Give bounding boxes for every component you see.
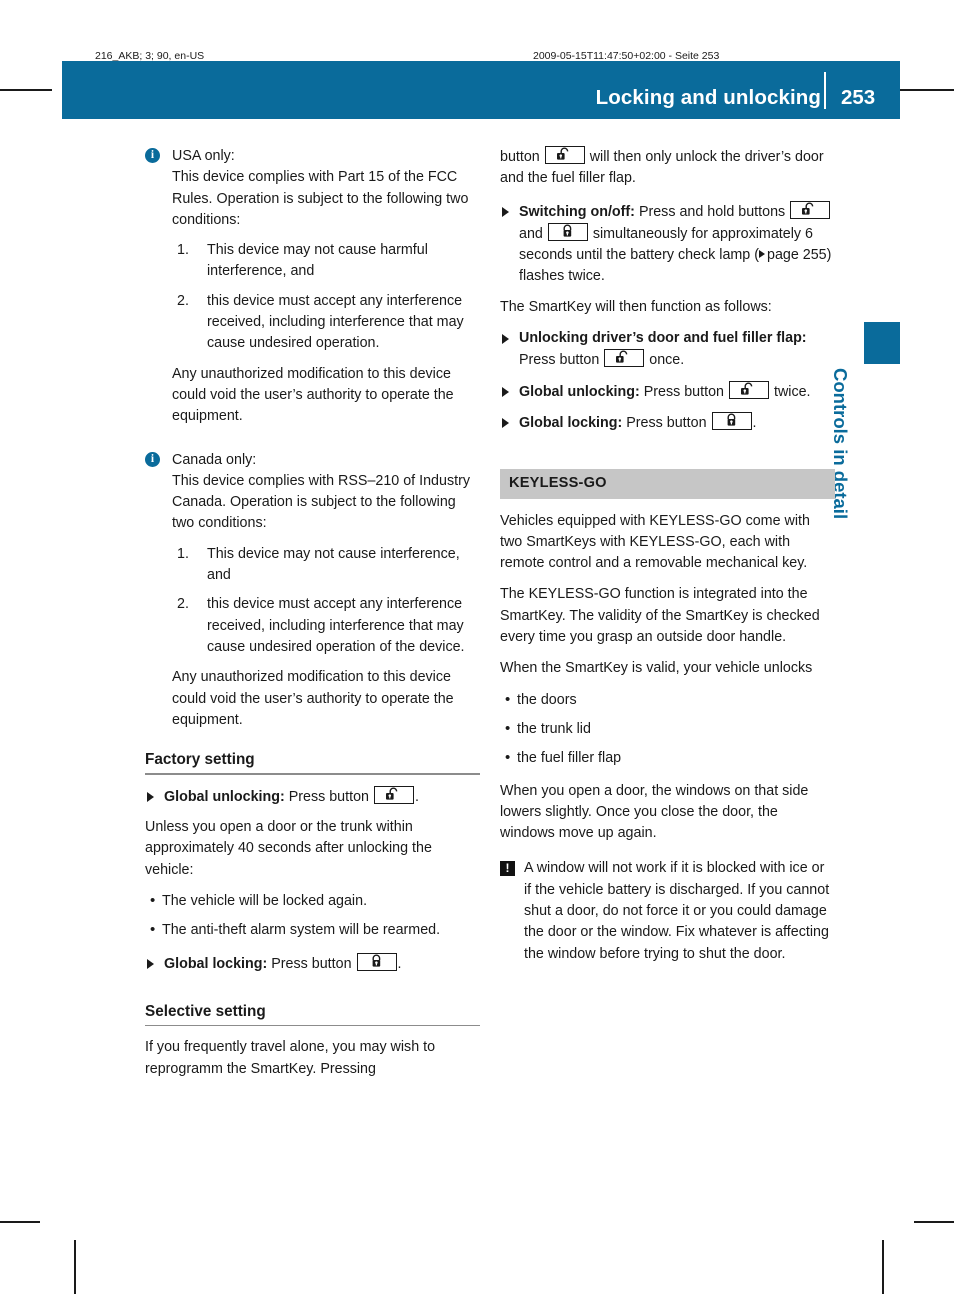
follows-intro: The SmartKey will then function as follo… [500, 298, 772, 315]
list-item: the fuel filler flap [500, 747, 835, 769]
action-text-before: Press button [626, 414, 707, 431]
canada-note-conditions: This device may not cause interference, … [172, 544, 480, 658]
usa-only-note: i USA only: This device complies with Pa… [145, 146, 480, 428]
selective-setting-rule [145, 1025, 480, 1027]
canada-only-note: i Canada only: This device complies with… [145, 450, 480, 732]
info-icon: i [145, 451, 160, 467]
window-warning-text: A window will not work if it is blocked … [524, 860, 830, 962]
keyless-go-paragraph-3: When the SmartKey is valid, your vehicle… [500, 660, 813, 677]
switching-label: Switching on/off: [519, 203, 635, 220]
lock-button-icon [711, 411, 752, 430]
unlock-button-icon [604, 349, 645, 368]
canada-note-closing: Any unauthorized modification to this de… [172, 669, 454, 728]
switching-xref: page 255 [767, 247, 827, 264]
global-unlocking-action: Global unlocking: Press button twice. [500, 380, 835, 403]
usa-note-conditions: This device may not cause harmful interf… [172, 240, 480, 354]
warning-icon: ! [500, 861, 515, 877]
window-warning-note: ! A window will not work if it is blocke… [500, 858, 835, 964]
lock-button-icon [547, 222, 588, 241]
usa-note-body: USA only: This device complies with Part… [172, 146, 480, 428]
list-item: this device must accept any interference… [177, 291, 464, 352]
unlock-button-icon [790, 200, 831, 219]
canada-note-intro: This device complies with RSS–210 of Ind… [172, 472, 470, 532]
action-label: Unlocking driver’s door and fuel filler … [519, 330, 807, 347]
factory-global-locking-action: Global locking: Press button . [145, 952, 480, 975]
usa-note-title: USA only: [172, 148, 235, 164]
unlock-button-icon [544, 146, 585, 164]
action-text-before: Press button [643, 383, 724, 400]
keyless-go-section-heading: KEYLESS-GO [500, 469, 835, 499]
switching-text-and: and [519, 225, 543, 242]
header-divider [824, 72, 826, 109]
factory-global-locking-suffix: . [397, 955, 402, 972]
page-title: Locking and unlocking [595, 86, 821, 109]
unlock-driver-door-action: Unlocking driver’s door and fuel filler … [500, 328, 835, 372]
factory-global-unlocking-suffix: . [414, 788, 419, 805]
continuation-paragraph: button will then only unlock the driver’… [500, 146, 835, 190]
action-text-after: once. [649, 352, 685, 369]
left-column: i USA only: This device complies with Pa… [145, 146, 480, 1080]
keyless-go-paragraph-2: The KEYLESS-GO function is integrated in… [500, 586, 820, 646]
selective-setting-paragraph: If you frequently travel alone, you may … [145, 1039, 436, 1077]
keyless-go-unlock-list: the doors the trunk lid the fuel filler … [500, 689, 835, 770]
canada-note-body: Canada only: This device complies with R… [172, 450, 480, 732]
thumb-tab-marker [864, 322, 900, 364]
action-text-after: twice. [773, 383, 811, 400]
action-label: Global unlocking: [519, 383, 640, 400]
factory-setting-heading: Factory setting [145, 751, 255, 769]
crop-mark-bottom-right-horizontal [914, 1221, 954, 1223]
info-icon: i [145, 148, 160, 163]
list-item: This device may not cause harmful interf… [177, 240, 428, 280]
usa-note-intro: This device complies with Part 15 of the… [172, 169, 469, 228]
factory-setting-rule [145, 773, 480, 775]
factory-global-unlocking-text: Press button [288, 788, 369, 805]
page-number: 253 [841, 86, 876, 109]
crop-mark-bottom-left-horizontal [0, 1221, 40, 1223]
factory-condition-paragraph: Unless you open a door or the trunk with… [145, 819, 432, 878]
action-label: Global locking: [519, 414, 623, 431]
list-item: The anti-theft alarm system will be rear… [145, 919, 480, 941]
action-text-before: Press button [519, 352, 600, 369]
list-item: the doors [500, 689, 835, 711]
factory-global-unlocking-action: Global unlocking: Press button . [145, 785, 480, 808]
list-item: the trunk lid [500, 718, 835, 740]
switching-on-off-action: Switching on/off: Press and hold buttons… [500, 200, 835, 288]
list-item: this device must accept any interference… [177, 594, 465, 655]
list-item: This device may not cause interference, … [177, 544, 460, 584]
canada-note-title: Canada only: [172, 451, 257, 468]
crop-mark-bottom-right-vertical [882, 1240, 884, 1294]
unlock-button-icon [728, 380, 769, 399]
header-rule-right [900, 89, 954, 91]
page-reference-triangle-icon [759, 250, 765, 259]
selective-setting-heading: Selective setting [145, 1002, 266, 1020]
right-column: button will then only unlock the driver’… [500, 146, 835, 965]
list-item: The vehicle will be locked again. [145, 890, 480, 912]
switching-text-1: Press and hold buttons [638, 203, 786, 220]
factory-global-unlocking-label: Global unlocking: [164, 788, 285, 805]
factory-setting-bullets: The vehicle will be locked again. The an… [145, 890, 480, 942]
factory-global-locking-label: Global locking: [164, 955, 268, 972]
keyless-go-paragraph-1: Vehicles equipped with KEYLESS-GO come w… [500, 512, 810, 572]
crop-mark-bottom-left-vertical [74, 1240, 76, 1294]
usa-note-closing: Any unauthorized modification to this de… [172, 365, 454, 425]
keyless-go-paragraph-4: When you open a door, the windows on tha… [500, 782, 809, 842]
action-text-after: . [752, 414, 757, 431]
header-rule-left [0, 89, 52, 91]
manual-page: 216_AKB; 3; 90, en-US d2ureepe, 2009-05-… [0, 0, 954, 1294]
global-locking-action: Global locking: Press button . [500, 411, 835, 434]
factory-global-locking-text: Press button [271, 955, 352, 972]
unlock-button-icon [373, 785, 414, 804]
lock-button-icon [356, 952, 397, 971]
continuation-before-icon: button [500, 149, 540, 165]
